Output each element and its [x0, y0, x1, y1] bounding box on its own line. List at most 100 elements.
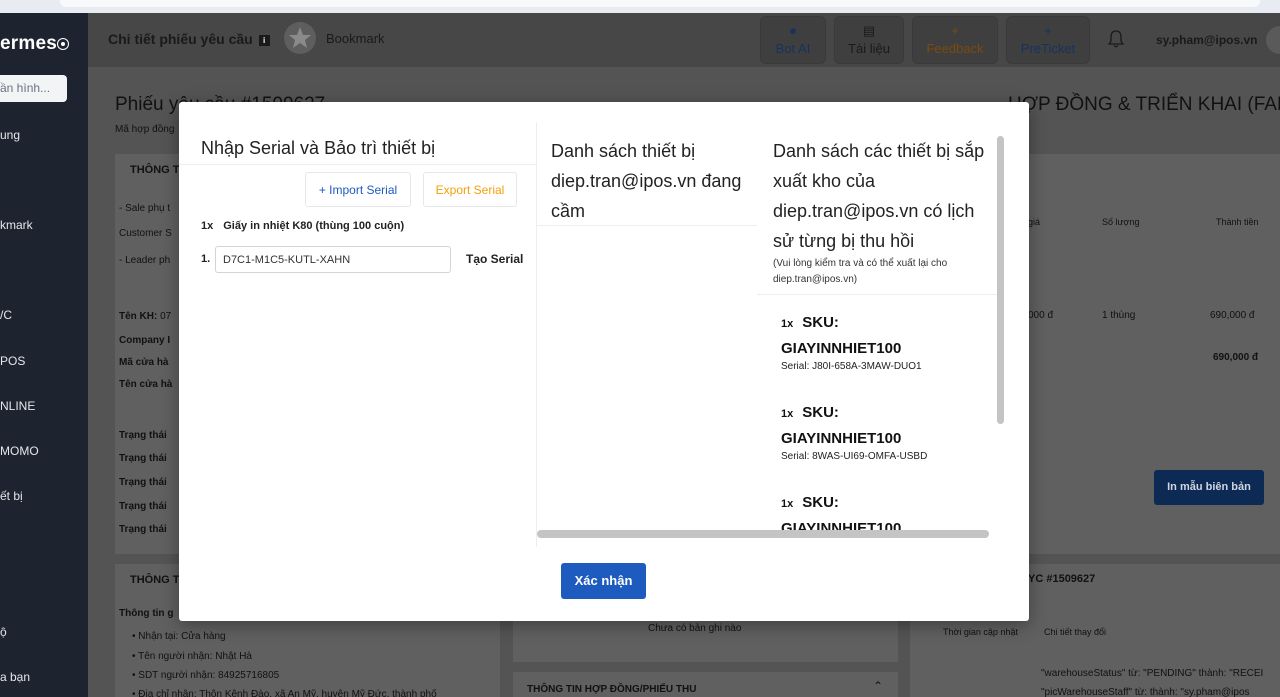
row-price: 000 đ: [1028, 310, 1054, 321]
page-title: Chi tiết phiếu yêu cầu i: [108, 31, 270, 47]
sidebar-item-bookmark[interactable]: kmark: [0, 218, 33, 232]
horizontal-scrollbar[interactable]: [537, 530, 989, 538]
sku-serial: Serial: J80I-658A-3MAW-DUO1: [781, 361, 922, 372]
sidebar-item-devices[interactable]: ết bị: [0, 489, 23, 503]
recalled-devices-panel: Danh sách các thiết bị sắp xuất kho của …: [757, 122, 997, 547]
receiver-address: • Địa chỉ nhận: Thôn Kênh Đào, xã An Mỹ,…: [132, 689, 437, 697]
status-label-5: Trạng thái: [119, 524, 167, 535]
status-label-4: Trạng thái: [119, 501, 167, 512]
divider: [757, 294, 997, 295]
leader-line: - Leader ph: [119, 255, 171, 266]
held-devices-panel: Danh sách thiết bị diep.tran@ipos.vn đan…: [537, 122, 757, 547]
sku-item: 1x SKU: GIAYINNHIET100 Serial: J80I-658A-…: [781, 314, 981, 372]
recalled-devices-title: Danh sách các thiết bị sắp xuất kho của …: [773, 141, 985, 251]
store-name-label: Tên cửa hà: [119, 379, 173, 390]
sku-label: SKU:: [802, 494, 839, 511]
divider: [179, 164, 536, 165]
sidebar-search-input[interactable]: ần hình...: [0, 75, 67, 102]
device-qty: 1x: [201, 220, 214, 232]
row-total: 690,000 đ: [1210, 310, 1255, 321]
confirm-button[interactable]: Xác nhận: [561, 563, 646, 599]
sidebar: ermes ần hình... ung kmark /C POS NLINE …: [0, 13, 88, 697]
print-button[interactable]: In mẫu biên bản: [1154, 470, 1264, 505]
serial-input-panel: Nhập Serial và Bảo trì thiết bị + Import…: [179, 102, 536, 547]
receive-at: • Nhận tại: Cửa hàng: [132, 631, 226, 642]
history-col-detail: Chi tiết thay đổi: [1044, 627, 1107, 637]
sidebar-item-3[interactable]: /C: [0, 308, 12, 322]
sku-qty: 1x: [781, 408, 794, 420]
history-col-time: Thời gian cập nhật: [943, 627, 1018, 637]
history-line-2: "picWarehouseStaff" từ: thành: "sy.pham@…: [1041, 687, 1250, 697]
browser-top-strip: [0, 0, 1280, 13]
create-serial-button[interactable]: Tạo Serial: [466, 252, 523, 266]
status-label-1: Trạng thái: [119, 430, 167, 441]
divider: [537, 225, 757, 226]
history-line-1: "warehouseStatus" từ: "PENDING" thành: "…: [1041, 668, 1264, 679]
col-total: Thành tiền: [1216, 217, 1259, 227]
section-info2-title: THÔNG TI: [130, 574, 183, 586]
sku-item: 1x SKU: GIAYINNHIET100 Serial: 8WAS-UI69-…: [781, 404, 981, 462]
contract-section-title: THÔNG TIN HỢP ĐỒNG/PHIẾU THU: [527, 684, 697, 695]
info-icon[interactable]: i: [258, 35, 270, 46]
bell-icon[interactable]: [1107, 30, 1125, 53]
status-label-2: Trạng thái: [119, 453, 167, 464]
status-label-3: Trạng thái: [119, 477, 167, 488]
preticket-button[interactable]: + PreTicket: [1006, 16, 1090, 64]
serial-index: 1.: [201, 253, 211, 265]
documents-button[interactable]: ▤ Tài liệu: [834, 16, 904, 64]
col-qty: Số lượng: [1102, 217, 1140, 227]
sku-qty: 1x: [781, 318, 794, 330]
sidebar-item-1[interactable]: ung: [0, 128, 20, 142]
address-bar-edge: [60, 0, 1260, 7]
sale-line: - Sale phụ t: [119, 203, 171, 214]
device-line: 1x Giấy in nhiệt K80 (thùng 100 cuộn): [201, 220, 404, 232]
no-records-text: Chưa có bản ghi nào: [648, 623, 742, 634]
row-qty: 1 thùng: [1102, 310, 1136, 321]
sidebar-item-online[interactable]: NLINE: [0, 399, 35, 413]
top-header: Chi tiết phiếu yêu cầu i Bookmark ● Bot …: [88, 13, 1280, 67]
history-title: YC #1509627: [1028, 573, 1096, 585]
bookmark-star-icon[interactable]: [284, 22, 316, 54]
sku-code: GIAYINNHIET100: [781, 340, 902, 357]
customer-name: Tên KH: 07: [119, 311, 172, 322]
brand-toggle-icon[interactable]: [57, 38, 69, 50]
receiver-phone: • SDT người nhận: 84925716805: [132, 670, 280, 681]
held-devices-title: Danh sách thiết bị diep.tran@ipos.vn đan…: [551, 141, 742, 221]
serial-panel-title: Nhập Serial và Bảo trì thiết bị: [201, 138, 436, 158]
serial-modal: Nhập Serial và Bảo trì thiết bị + Import…: [179, 102, 1029, 621]
sidebar-item-momo[interactable]: MOMO: [0, 444, 39, 458]
device-name: Giấy in nhiệt K80 (thùng 100 cuộn): [223, 220, 405, 232]
chevron-up-icon[interactable]: ⌃: [873, 679, 883, 693]
document-icon: ▤: [862, 23, 876, 38]
sku-label: SKU:: [802, 314, 839, 331]
brand-logo-text: ermes: [0, 33, 57, 54]
sidebar-item-8[interactable]: ộ: [0, 625, 7, 639]
company-label: Company I: [119, 335, 171, 346]
receiver-name: • Tên người nhận: Nhật Hà: [132, 651, 252, 662]
avatar[interactable]: [1266, 26, 1280, 54]
receive-info: Thông tin g: [119, 608, 174, 619]
chat-icon: ●: [789, 23, 797, 38]
sum-total: 690,000 đ: [1213, 352, 1259, 363]
export-serial-button[interactable]: Export Serial: [423, 172, 517, 207]
sidebar-item-pos[interactable]: POS: [0, 354, 25, 368]
bot-ai-button[interactable]: ● Bot AI: [760, 16, 826, 64]
customer-line: Customer S: [119, 228, 172, 239]
vertical-scrollbar[interactable]: [997, 136, 1004, 424]
sidebar-item-9[interactable]: a bạn: [0, 670, 30, 684]
sku-label: SKU:: [802, 404, 839, 421]
sku-qty: 1x: [781, 498, 794, 510]
store-code-label: Mã cửa hà: [119, 357, 169, 368]
plus-icon: +: [1044, 23, 1052, 38]
bookmark-label[interactable]: Bookmark: [326, 31, 385, 46]
feedback-button[interactable]: + Feedback: [912, 16, 998, 64]
contract-heading: HỢP ĐỒNG & TRIỂN KHAI (FABI): [1008, 94, 1280, 115]
user-email[interactable]: sy.pham@ipos.vn: [1156, 33, 1258, 47]
plus-icon: +: [951, 23, 959, 38]
import-serial-button[interactable]: + Import Serial: [305, 172, 411, 207]
sku-code: GIAYINNHIET100: [781, 430, 902, 447]
serial-input[interactable]: [215, 246, 451, 273]
col-price: giá: [1028, 217, 1041, 227]
sku-serial: Serial: 8WAS-UI69-OMFA-USBD: [781, 451, 928, 462]
recalled-devices-note: (Vui lòng kiểm tra và có thể xuất lại ch…: [773, 258, 948, 285]
